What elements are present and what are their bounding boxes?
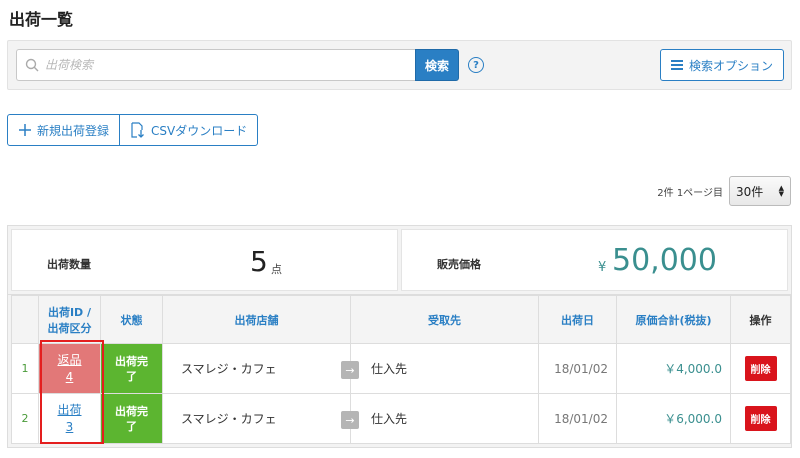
search-options-label: 検索オプション [688, 58, 773, 73]
shipment-type: 返品 [57, 352, 82, 367]
quantity-label: 出荷数量 [47, 258, 91, 271]
header-rownum [11, 295, 39, 344]
store-cell: スマレジ・カフェ → [162, 393, 359, 444]
search-button[interactable]: 検索 [415, 49, 459, 81]
price-label: 販売価格 [437, 258, 481, 271]
shipment-id-link[interactable]: 出荷 3 [39, 394, 100, 443]
paging-controls: 2件 1ページ目 30件 ▲ ▼ [657, 176, 791, 206]
status-badge: 出荷完 了 [100, 343, 163, 394]
search-options-button[interactable]: 検索オプション [660, 49, 784, 81]
header-id-type[interactable]: 出荷ID / 出荷区分 [38, 295, 101, 344]
csv-download-button[interactable]: CSVダウンロード [119, 115, 257, 145]
header-id-line2: 出荷区分 [47, 321, 92, 335]
download-file-icon [131, 122, 144, 138]
search-icon [25, 58, 39, 72]
action-button-group: 新規出荷登録 CSVダウンロード [7, 114, 259, 146]
ops-cell: 削除 [730, 343, 791, 394]
status-line1: 出荷完 [115, 354, 148, 368]
search-box[interactable] [16, 49, 416, 81]
price-currency: ¥ [598, 260, 607, 275]
table-row: 1 返品 4 出荷完 了 スマレジ・カフェ → 仕入先 18/01/02 ￥4,… [11, 343, 791, 394]
price-summary: 販売価格 ¥ 50,000 [401, 229, 788, 291]
header-id-line1: 出荷ID / [47, 305, 92, 319]
menu-icon [670, 60, 683, 70]
plus-icon [19, 124, 31, 136]
cost-cell: ￥6,000.0 [616, 393, 731, 444]
status-line2: 了 [126, 419, 137, 433]
quantity-unit: 点 [271, 263, 282, 276]
new-shipment-button[interactable]: 新規出荷登録 [8, 115, 119, 145]
header-ops: 操作 [730, 295, 791, 344]
summary-panel: 出荷数量 5 点 販売価格 ¥ 50,000 [7, 225, 792, 295]
cost-cell: ￥4,000.0 [616, 343, 731, 394]
shipment-id-cell[interactable]: 返品 4 [38, 343, 101, 394]
arrow-right-icon: → [341, 411, 359, 429]
store-name: スマレジ・カフェ [181, 362, 277, 376]
table-header-row: 出荷ID / 出荷区分 状態 出荷店舗 受取先 出荷日 原価合計(税抜) 操作 [11, 295, 791, 344]
row-number: 2 [11, 393, 39, 444]
select-arrows-icon: ▲ ▼ [778, 184, 784, 198]
quantity-value: 5 [250, 245, 268, 278]
new-shipment-label: 新規出荷登録 [37, 123, 110, 138]
date-cell: 18/01/02 [538, 393, 617, 444]
header-cost[interactable]: 原価合計(税抜) [616, 295, 731, 344]
header-store[interactable]: 出荷店舗 [162, 295, 351, 344]
per-page-select[interactable]: 30件 ▲ ▼ [729, 176, 791, 206]
page-title: 出荷一覧 [9, 10, 74, 29]
shipment-id-cell[interactable]: 出荷 3 [38, 393, 101, 444]
quantity-summary: 出荷数量 5 点 [11, 229, 398, 291]
store-cell: スマレジ・カフェ → [162, 343, 359, 394]
per-page-value: 30件 [736, 184, 764, 199]
shipment-table: 出荷ID / 出荷区分 状態 出荷店舗 受取先 出荷日 原価合計(税抜) 操作 … [11, 295, 791, 444]
status-badge: 出荷完 了 [100, 393, 163, 444]
csv-download-label: CSVダウンロード [151, 123, 248, 138]
shipment-id: 3 [65, 419, 74, 434]
paging-info: 2件 1ページ目 [657, 187, 723, 199]
shipment-table-wrapper: 出荷ID / 出荷区分 状態 出荷店舗 受取先 出荷日 原価合計(税抜) 操作 … [7, 295, 792, 448]
shipment-type: 出荷 [57, 402, 82, 417]
store-name: スマレジ・カフェ [181, 412, 277, 426]
status-line2: 了 [126, 369, 137, 383]
receiver-cell: 仕入先 [350, 393, 539, 444]
header-status[interactable]: 状態 [100, 295, 163, 344]
ops-cell: 削除 [730, 393, 791, 444]
shipment-id: 4 [65, 369, 74, 384]
delete-button[interactable]: 削除 [744, 356, 777, 381]
header-date[interactable]: 出荷日 [538, 295, 617, 344]
status-line1: 出荷完 [115, 404, 148, 418]
shipment-id-link[interactable]: 返品 4 [39, 344, 100, 393]
arrow-right-icon: → [341, 361, 359, 379]
header-receiver[interactable]: 受取先 [350, 295, 539, 344]
search-input[interactable] [45, 50, 405, 80]
table-row: 2 出荷 3 出荷完 了 スマレジ・カフェ → 仕入先 18/01/02 ￥6,… [11, 393, 791, 444]
date-cell: 18/01/02 [538, 343, 617, 394]
delete-button[interactable]: 削除 [744, 406, 777, 431]
receiver-cell: 仕入先 [350, 343, 539, 394]
row-number: 1 [11, 343, 39, 394]
search-panel: 検索 ? 検索オプション [7, 40, 792, 90]
price-value: 50,000 [612, 243, 717, 278]
help-icon[interactable]: ? [468, 57, 484, 73]
